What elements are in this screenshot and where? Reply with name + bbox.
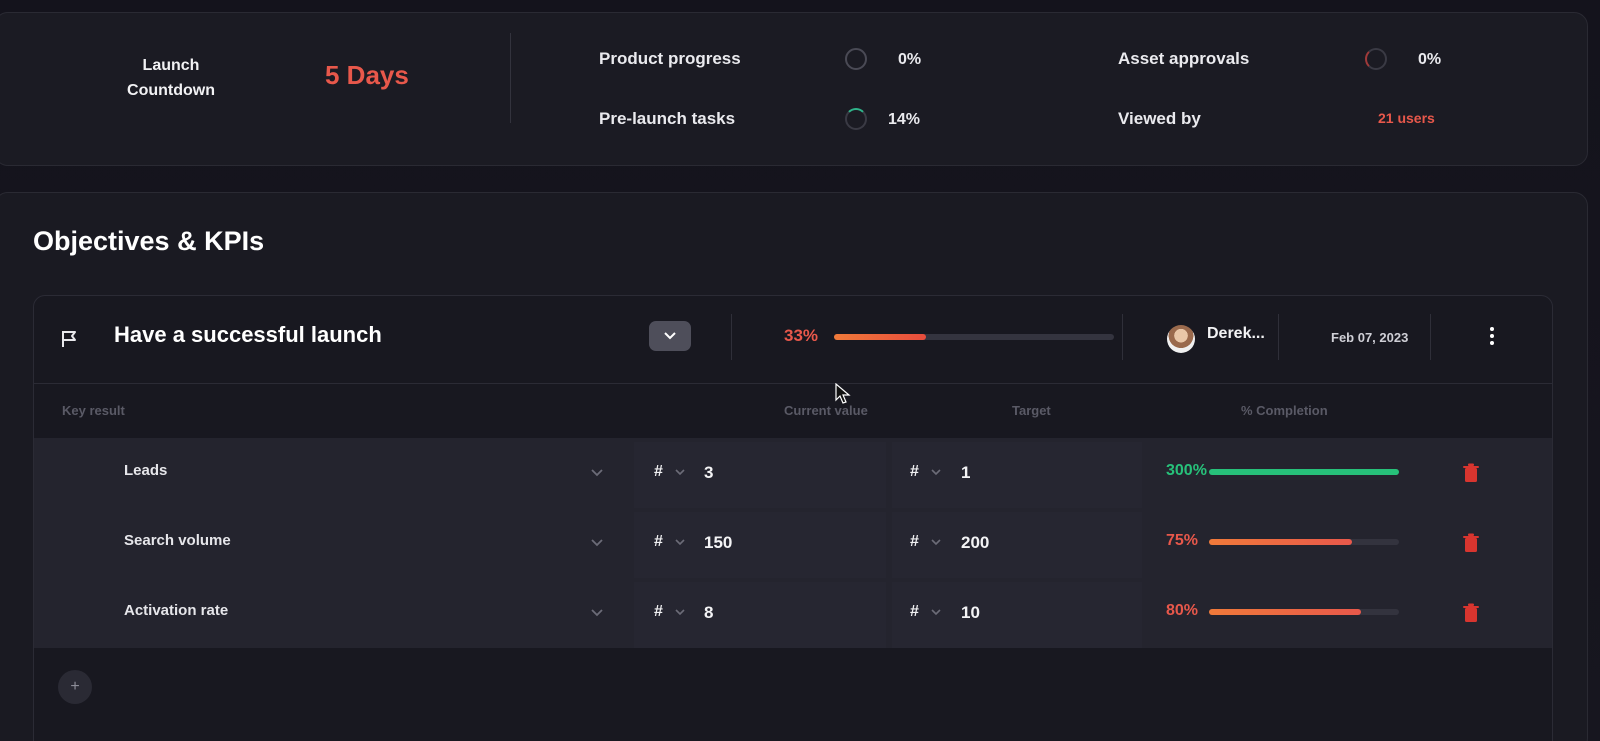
trash-icon[interactable] (1462, 463, 1480, 483)
objective-progress-bar (834, 334, 1114, 340)
completion-progress-bar (1209, 609, 1399, 615)
target-value-input[interactable]: 1 (961, 463, 970, 483)
current-value-input[interactable]: 3 (704, 463, 713, 483)
key-result-name[interactable]: Activation rate (124, 602, 228, 619)
summary-divider (510, 33, 511, 123)
column-header-current-value: Current value (784, 403, 868, 418)
completion-value: 75% (1166, 532, 1199, 549)
completion-progress-bar (1209, 469, 1399, 475)
pre-launch-tasks-value: 14% (888, 111, 921, 128)
trash-icon[interactable] (1462, 603, 1480, 623)
column-header-completion: % Completion (1241, 403, 1328, 418)
expand-button[interactable] (649, 321, 691, 351)
target-unit-selector[interactable]: # (910, 603, 919, 621)
column-header-target: Target (1012, 403, 1051, 418)
completion-progress-fill (1209, 609, 1361, 615)
key-result-row: Leads # 3 # 1 300% (34, 438, 1552, 508)
chevron-down-icon[interactable] (930, 607, 942, 617)
objective-panel: Have a successful launch 33% Derek... Fe… (33, 295, 1553, 741)
completion-progress-fill (1209, 469, 1399, 475)
asset-approvals-ring-icon (1365, 48, 1387, 70)
chevron-down-icon[interactable] (930, 467, 942, 477)
current-unit-selector[interactable]: # (654, 463, 663, 481)
launch-summary-card (0, 12, 1588, 166)
completion-value: 80% (1166, 602, 1199, 619)
objective-header: Have a successful launch 33% Derek... Fe… (34, 296, 1552, 384)
target-value-input[interactable]: 10 (961, 603, 980, 623)
key-result-row: Activation rate # 8 # 10 80% (34, 578, 1552, 648)
launch-countdown-value: 5 Days (325, 60, 409, 90)
objective-progress-value: 33% (784, 326, 819, 345)
completion-progress-bar (1209, 539, 1399, 545)
chevron-down-icon[interactable] (674, 467, 686, 477)
owner-name[interactable]: Derek... (1207, 325, 1265, 343)
product-progress-value: 0% (898, 51, 922, 68)
chevron-down-icon[interactable] (589, 464, 605, 480)
pre-launch-tasks-label: Pre-launch tasks (599, 109, 736, 128)
mouse-cursor-icon (835, 383, 851, 404)
viewed-by-label: Viewed by (1118, 109, 1201, 128)
launch-countdown-label: Launch Countdown (127, 57, 215, 99)
asset-approvals-label: Asset approvals (1118, 49, 1250, 68)
key-result-name[interactable]: Search volume (124, 532, 231, 549)
header-divider (1122, 314, 1123, 360)
objective-title[interactable]: Have a successful launch (114, 322, 382, 348)
chevron-down-icon[interactable] (930, 537, 942, 547)
current-value-cell[interactable] (634, 512, 886, 578)
completion-progress-fill (1209, 539, 1352, 545)
flag-icon[interactable] (58, 328, 80, 350)
chevron-down-icon[interactable] (674, 607, 686, 617)
owner-avatar[interactable] (1167, 325, 1195, 353)
chevron-down-icon (664, 332, 676, 340)
header-divider (1430, 314, 1431, 360)
key-result-row: Search volume # 150 # 200 75% (34, 508, 1552, 578)
target-unit-selector[interactable]: # (910, 533, 919, 551)
chevron-down-icon[interactable] (589, 604, 605, 620)
add-key-result-button[interactable]: + (58, 670, 92, 704)
product-progress-ring-icon (845, 48, 867, 70)
target-unit-selector[interactable]: # (910, 463, 919, 481)
completion-value: 300% (1166, 462, 1207, 479)
chevron-down-icon[interactable] (589, 534, 605, 550)
more-options-icon[interactable] (1484, 322, 1500, 350)
viewed-by-users-link[interactable]: 21 users (1378, 110, 1435, 126)
chevron-down-icon[interactable] (674, 537, 686, 547)
objective-progress-fill (834, 334, 927, 340)
asset-approvals-value: 0% (1418, 51, 1442, 68)
section-title: Objectives & KPIs (33, 226, 265, 256)
current-value-cell[interactable] (634, 582, 886, 648)
product-progress-label: Product progress (599, 49, 741, 68)
pre-launch-tasks-ring-icon (845, 108, 867, 130)
current-value-input[interactable]: 8 (704, 603, 713, 623)
current-unit-selector[interactable]: # (654, 533, 663, 551)
current-unit-selector[interactable]: # (654, 603, 663, 621)
key-results-list: Leads # 3 # 1 300% Search volume # 150 #… (34, 438, 1552, 648)
current-value-cell[interactable] (634, 442, 886, 508)
current-value-input[interactable]: 150 (704, 533, 732, 553)
trash-icon[interactable] (1462, 533, 1480, 553)
target-value-input[interactable]: 200 (961, 533, 989, 553)
header-divider (1278, 314, 1279, 360)
header-divider (731, 314, 732, 360)
key-result-name[interactable]: Leads (124, 462, 167, 479)
objective-due-date[interactable]: Feb 07, 2023 (1331, 330, 1408, 345)
column-header-key-result: Key result (62, 403, 125, 418)
